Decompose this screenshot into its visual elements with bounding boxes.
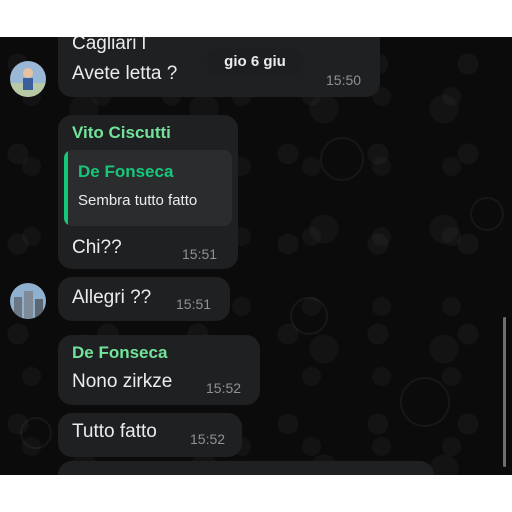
background-doodle — [290, 297, 328, 335]
message-time: 15:51 — [182, 246, 218, 262]
scrollbar[interactable] — [503, 317, 506, 467]
quoted-text: Sembra tutto fatto — [78, 192, 198, 209]
message-bubble-partial[interactable] — [58, 461, 434, 475]
date-pill: gio 6 giu — [207, 49, 303, 75]
message-text: Avete letta ? — [72, 63, 178, 84]
message-text: Chi?? — [72, 237, 122, 258]
message-text: Cagliari l — [72, 37, 146, 54]
quoted-message[interactable]: De Fonseca Sembra tutto fatto — [64, 150, 232, 226]
message-time: 15:50 — [326, 72, 362, 88]
sender-name[interactable]: De Fonseca — [72, 343, 167, 363]
person-photo-icon — [10, 61, 46, 97]
sender-name[interactable]: Vito Ciscutti — [72, 123, 171, 143]
message-time: 15:52 — [190, 431, 226, 447]
background-doodle — [470, 197, 504, 231]
message-text: Tutto fatto — [72, 421, 157, 442]
message-text: Allegri ?? — [72, 287, 152, 308]
chat-area[interactable]: Cagliari l Avete letta ? 15:50 gio 6 giu… — [0, 37, 512, 475]
background-doodle — [400, 377, 450, 427]
message-bubble[interactable]: Allegri ?? 15:51 — [58, 277, 230, 321]
message-bubble[interactable]: Tutto fatto 15:52 — [58, 413, 242, 457]
message-bubble[interactable]: Vito Ciscutti De Fonseca Sembra tutto fa… — [58, 115, 238, 269]
background-doodle — [320, 137, 364, 181]
message-text: Nono zirkze — [72, 371, 173, 392]
quote-accent-bar — [64, 150, 68, 226]
background-doodle — [20, 417, 52, 449]
message-bubble[interactable]: De Fonseca Nono zirkze 15:52 — [58, 335, 260, 405]
quoted-author: De Fonseca — [78, 162, 174, 181]
sender-avatar[interactable] — [10, 283, 46, 319]
message-time: 15:51 — [176, 296, 212, 312]
building-photo-icon — [10, 283, 46, 319]
message-time: 15:52 — [206, 380, 242, 396]
sender-avatar[interactable] — [10, 61, 46, 97]
